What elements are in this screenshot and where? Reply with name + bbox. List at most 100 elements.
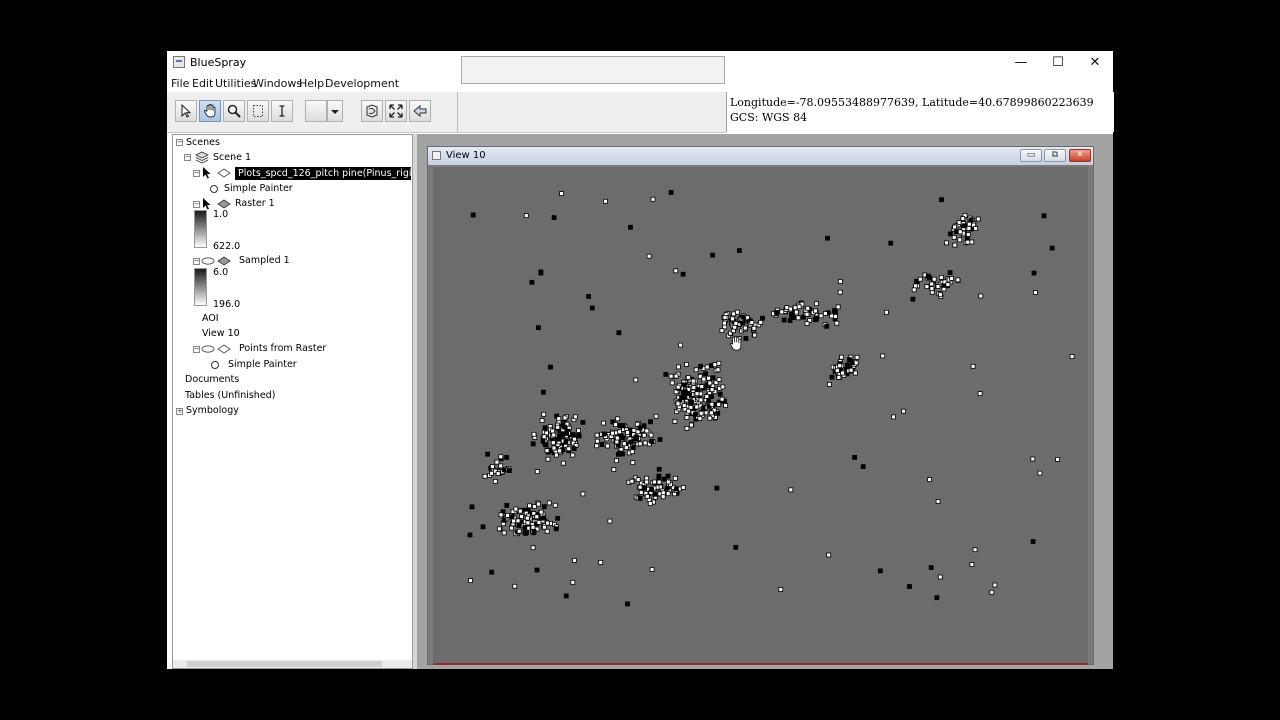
map-point — [560, 460, 566, 466]
map-point — [829, 374, 835, 380]
map-point — [804, 321, 810, 327]
map-point — [675, 384, 681, 390]
visibility-eye-icon[interactable] — [201, 344, 215, 354]
map-point — [556, 436, 561, 442]
color-dropdown-button[interactable] — [327, 100, 343, 122]
points-expander[interactable]: − — [193, 346, 200, 353]
map-point — [788, 487, 794, 493]
map-point — [615, 416, 621, 422]
tree-symbology[interactable]: Symbology — [186, 405, 239, 416]
tree-view-10[interactable]: View 10 — [202, 328, 240, 339]
tree-sampled-1[interactable]: Sampled 1 — [239, 255, 290, 266]
back-button[interactable] — [409, 100, 431, 122]
menu-edit[interactable]: Edit — [192, 77, 213, 90]
rectangle-select-button[interactable] — [247, 100, 269, 122]
layer-visibility-icon[interactable] — [217, 344, 231, 354]
pan-tool-button[interactable] — [199, 100, 221, 122]
map-point — [847, 357, 852, 363]
map-point — [813, 301, 819, 307]
text-tool-button[interactable] — [271, 100, 293, 122]
map-point — [648, 419, 653, 425]
map-point — [969, 239, 975, 245]
color-swatch[interactable] — [305, 100, 327, 122]
map-point — [628, 439, 634, 445]
map-point — [709, 394, 714, 400]
scrollbar-thumb[interactable] — [187, 661, 382, 667]
map-point — [952, 242, 958, 248]
maximize-button[interactable]: ☐ — [1040, 51, 1076, 75]
raster1-expander[interactable]: − — [193, 201, 200, 208]
raster-layer-icon[interactable] — [217, 199, 231, 209]
tree-layer-plots[interactable]: Plots_spcd_126_pitch pine(Pinus_rigida) — [235, 167, 412, 180]
map-point — [939, 197, 944, 203]
map-point — [580, 419, 586, 425]
tree-documents[interactable]: Documents — [185, 374, 239, 385]
view-close-button[interactable]: ✕ — [1069, 149, 1091, 162]
map-point — [796, 304, 802, 310]
tree-scenes[interactable]: Scenes — [186, 137, 220, 148]
map-point — [649, 487, 655, 492]
map-point — [717, 391, 723, 397]
scene-tree: − Scenes − Scene 1 − Plots_spcd_126_pitc… — [172, 134, 413, 669]
tree-scene-1[interactable]: Scene 1 — [213, 152, 251, 163]
map-point — [709, 387, 715, 393]
scenes-expander[interactable]: − — [176, 139, 183, 146]
tree-raster-1[interactable]: Raster 1 — [235, 198, 275, 209]
map-point — [530, 545, 536, 551]
tree-simple-painter-2[interactable]: Simple Painter — [228, 359, 297, 370]
tree-horizontal-scrollbar[interactable] — [173, 660, 412, 668]
painter-radio-icon[interactable] — [211, 361, 219, 369]
tree-aoi[interactable]: AOI — [202, 313, 219, 324]
symbology-expander[interactable]: + — [176, 408, 183, 415]
map-point — [929, 286, 935, 291]
menu-utilities[interactable]: Utilities — [215, 77, 256, 90]
map-point — [926, 275, 932, 280]
selectable-pointer-icon[interactable] — [202, 197, 212, 211]
map-point — [513, 506, 519, 512]
map-point — [795, 315, 801, 321]
tree-points-from-raster[interactable]: Points from Raster — [239, 343, 326, 354]
map-point — [734, 309, 740, 315]
painter-radio-icon[interactable] — [210, 185, 218, 193]
scene1-expander[interactable]: − — [184, 154, 191, 161]
map-point — [968, 217, 974, 223]
menu-development[interactable]: Development — [325, 77, 399, 90]
raster1-max-label: 622.0 — [213, 241, 241, 252]
map-point — [660, 494, 666, 500]
map-point — [774, 309, 779, 315]
map-point — [716, 377, 722, 382]
map-point — [975, 216, 981, 222]
tree-simple-painter-1[interactable]: Simple Painter — [224, 183, 293, 194]
menu-windows[interactable]: Windows — [253, 77, 302, 90]
zoom-tool-button[interactable] — [223, 100, 245, 122]
map-point — [663, 371, 669, 377]
map-point — [550, 440, 556, 446]
selectable-pointer-icon[interactable] — [202, 166, 212, 180]
view-minimize-button[interactable]: ▭ — [1020, 149, 1042, 162]
menu-file[interactable]: File — [171, 77, 189, 90]
view-restore-button[interactable]: ⧉ — [1044, 149, 1066, 162]
zoom-extent-button[interactable] — [385, 100, 407, 122]
menu-help[interactable]: Help — [299, 77, 324, 90]
plots-expander[interactable]: − — [193, 170, 200, 177]
map-point — [501, 517, 507, 523]
select-tool-button[interactable] — [175, 100, 197, 122]
minimize-button[interactable]: — — [1003, 51, 1039, 75]
map-point — [685, 375, 691, 380]
view-10-title-bar[interactable]: View 10 ▭ ⧉ ✕ — [428, 147, 1093, 165]
map-canvas[interactable] — [433, 167, 1088, 665]
tree-tables[interactable]: Tables (Unfinished) — [185, 390, 275, 401]
dropdown-arrow-icon — [331, 110, 339, 114]
sampled1-expander[interactable]: − — [193, 258, 200, 265]
map-point — [554, 452, 559, 458]
map-point — [656, 479, 662, 485]
layer-visibility-icon[interactable] — [217, 168, 231, 178]
coordinate-panel: Longitude=-78.09553488977639, Latitude=4… — [726, 92, 1114, 132]
zoom-layer-button[interactable] — [361, 100, 383, 122]
raster-layer-icon[interactable] — [217, 256, 231, 266]
map-point — [517, 508, 523, 514]
toolbar — [167, 92, 458, 133]
visibility-eye-icon[interactable] — [201, 256, 215, 266]
map-point — [633, 377, 639, 383]
close-button[interactable]: ✕ — [1077, 51, 1113, 75]
